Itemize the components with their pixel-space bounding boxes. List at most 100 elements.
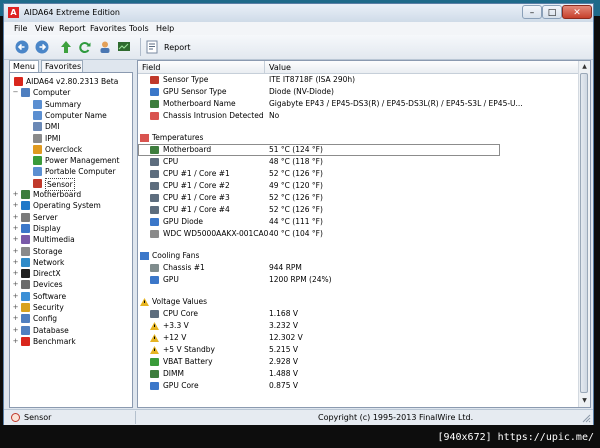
- title-bar[interactable]: A AIDA64 Extreme Edition – □ ✕: [4, 4, 593, 22]
- expand-toggle-icon[interactable]: +: [12, 200, 19, 211]
- expand-toggle-icon[interactable]: +: [12, 279, 19, 290]
- group-header[interactable]: Voltage Values: [138, 296, 580, 308]
- menu-report[interactable]: Report: [59, 24, 86, 33]
- field-value: 52 °C (126 °F): [269, 193, 323, 202]
- motherboard-icon: [21, 190, 30, 199]
- menu-help[interactable]: Help: [156, 24, 174, 33]
- expand-toggle-icon[interactable]: −: [12, 87, 19, 98]
- sensor-row[interactable]: WDC WD5000AAKX-001CA0 40 °C (104 °F): [138, 228, 580, 240]
- field-value: 1200 RPM (24%): [269, 275, 332, 284]
- field-value: 3.232 V: [269, 321, 298, 330]
- sensor-row[interactable]: CPU 48 °C (118 °F): [138, 156, 580, 168]
- expand-toggle-icon[interactable]: +: [12, 212, 19, 223]
- field-label: CPU #1 / Core #1: [163, 169, 230, 178]
- sensor-row[interactable]: +12 V 12.302 V: [138, 332, 580, 344]
- expand-toggle-icon[interactable]: +: [12, 291, 19, 302]
- refresh-icon[interactable]: [78, 40, 92, 54]
- expand-toggle-icon[interactable]: +: [12, 313, 19, 324]
- security-icon: [21, 303, 30, 312]
- sensor-row[interactable]: VBAT Battery 2.928 V: [138, 356, 580, 368]
- motherboard-icon: [150, 100, 159, 108]
- group-header[interactable]: Temperatures: [138, 132, 580, 144]
- menu-file[interactable]: File: [14, 24, 27, 33]
- sensor-row[interactable]: GPU Sensor Type Diode (NV-Diode): [138, 86, 580, 98]
- scroll-down-icon[interactable]: ▼: [580, 396, 589, 406]
- user-icon[interactable]: [98, 40, 112, 54]
- column-value[interactable]: Value: [269, 63, 291, 72]
- tab-favorites[interactable]: Favorites: [41, 60, 83, 72]
- sensor-row[interactable]: GPU 1200 RPM (24%): [138, 274, 580, 286]
- multimedia-icon: [21, 235, 30, 245]
- field-value: 52 °C (126 °F): [269, 205, 323, 214]
- tab-menu[interactable]: Menu: [9, 60, 39, 72]
- close-button[interactable]: ✕: [562, 5, 592, 19]
- sensor-row[interactable]: Chassis Intrusion Detected No: [138, 110, 580, 122]
- cpu-icon: [150, 182, 159, 190]
- scrollbar-thumb[interactable]: [580, 73, 588, 393]
- expand-toggle-icon[interactable]: +: [12, 302, 19, 313]
- tree-item-label: Summary: [45, 99, 82, 109]
- sensor-row[interactable]: DIMM 1.488 V: [138, 368, 580, 380]
- report-icon[interactable]: [146, 40, 159, 54]
- field-value: 944 RPM: [269, 263, 302, 272]
- sensor-row[interactable]: CPU #1 / Core #3 52 °C (126 °F): [138, 192, 580, 204]
- menu-view[interactable]: View: [35, 24, 54, 33]
- monitor-icon[interactable]: [117, 40, 131, 54]
- benchmark-icon: [21, 336, 30, 346]
- field-value: 51 °C (124 °F): [269, 145, 323, 154]
- back-arrow-icon[interactable]: [15, 40, 29, 54]
- sensor-row[interactable]: GPU Diode 44 °C (111 °F): [138, 216, 580, 228]
- tree-item-label: Database: [33, 325, 69, 335]
- forward-arrow-icon[interactable]: [35, 40, 49, 54]
- warning-icon: [150, 334, 159, 342]
- column-field[interactable]: Field: [142, 63, 160, 72]
- expand-toggle-icon: [24, 144, 31, 155]
- sensor-row[interactable]: +3.3 V 3.232 V: [138, 320, 580, 332]
- status-text: Sensor: [24, 413, 52, 422]
- sensor-row[interactable]: +5 V Standby 5.215 V: [138, 344, 580, 356]
- sensor-row[interactable]: CPU #1 / Core #1 52 °C (126 °F): [138, 168, 580, 180]
- menu-favorites[interactable]: Favorites: [90, 24, 126, 33]
- sensor-row[interactable]: Sensor Type ITE IT8718F (ISA 290h): [138, 74, 580, 86]
- menu-bar: File View Report Favorites Tools Help: [4, 22, 593, 35]
- resize-grip-icon[interactable]: [580, 412, 591, 423]
- ipmi-icon: [33, 133, 42, 143]
- group-header[interactable]: Cooling Fans: [138, 250, 580, 262]
- column-divider[interactable]: [264, 61, 265, 73]
- sensor-row[interactable]: Motherboard 51 °C (124 °F): [138, 144, 500, 156]
- sensor-row[interactable]: CPU Core 1.168 V: [138, 308, 580, 320]
- sensor-row[interactable]: CPU #1 / Core #2 49 °C (120 °F): [138, 180, 580, 192]
- field-value: 52 °C (126 °F): [269, 169, 323, 178]
- computer-name-icon: [33, 110, 42, 120]
- expand-toggle-icon: [24, 110, 31, 121]
- vertical-scrollbar[interactable]: ▲ ▼: [578, 61, 590, 407]
- laptop-icon: [33, 167, 42, 177]
- field-value: 40 °C (104 °F): [269, 229, 323, 238]
- report-button-label[interactable]: Report: [164, 43, 191, 52]
- expand-toggle-icon[interactable]: +: [12, 325, 19, 336]
- field-label: Motherboard Name: [163, 99, 236, 108]
- sensor-row[interactable]: GPU Core 0.875 V: [138, 380, 580, 392]
- navigation-tree: AIDA64 v2.80.2313 Beta − Computer Summary Co…: [9, 72, 133, 408]
- summary-icon: [33, 99, 42, 109]
- expand-toggle-icon[interactable]: +: [12, 257, 19, 268]
- sensor-row[interactable]: Chassis #1 944 RPM: [138, 262, 580, 274]
- expand-toggle-icon[interactable]: +: [12, 246, 19, 257]
- devices-icon: [21, 280, 30, 290]
- software-icon: [21, 291, 30, 301]
- minimize-button[interactable]: –: [522, 5, 542, 19]
- expand-toggle-icon[interactable]: +: [12, 234, 19, 245]
- expand-toggle-icon[interactable]: +: [12, 223, 19, 234]
- expand-toggle-icon[interactable]: +: [12, 268, 19, 279]
- sensor-row[interactable]: Motherboard Name Gigabyte EP43 / EP45-DS3…: [138, 98, 580, 110]
- up-arrow-icon[interactable]: [59, 40, 73, 54]
- battery-icon: [150, 358, 159, 366]
- scroll-up-icon[interactable]: ▲: [580, 62, 589, 72]
- expand-toggle-icon[interactable]: +: [12, 189, 19, 200]
- expand-toggle-icon[interactable]: +: [12, 336, 19, 347]
- disk-icon: [150, 230, 159, 238]
- maximize-button[interactable]: □: [542, 5, 562, 19]
- menu-tools[interactable]: Tools: [129, 24, 149, 33]
- tree-item-label: Network: [33, 257, 65, 267]
- sensor-row[interactable]: CPU #1 / Core #4 52 °C (126 °F): [138, 204, 580, 216]
